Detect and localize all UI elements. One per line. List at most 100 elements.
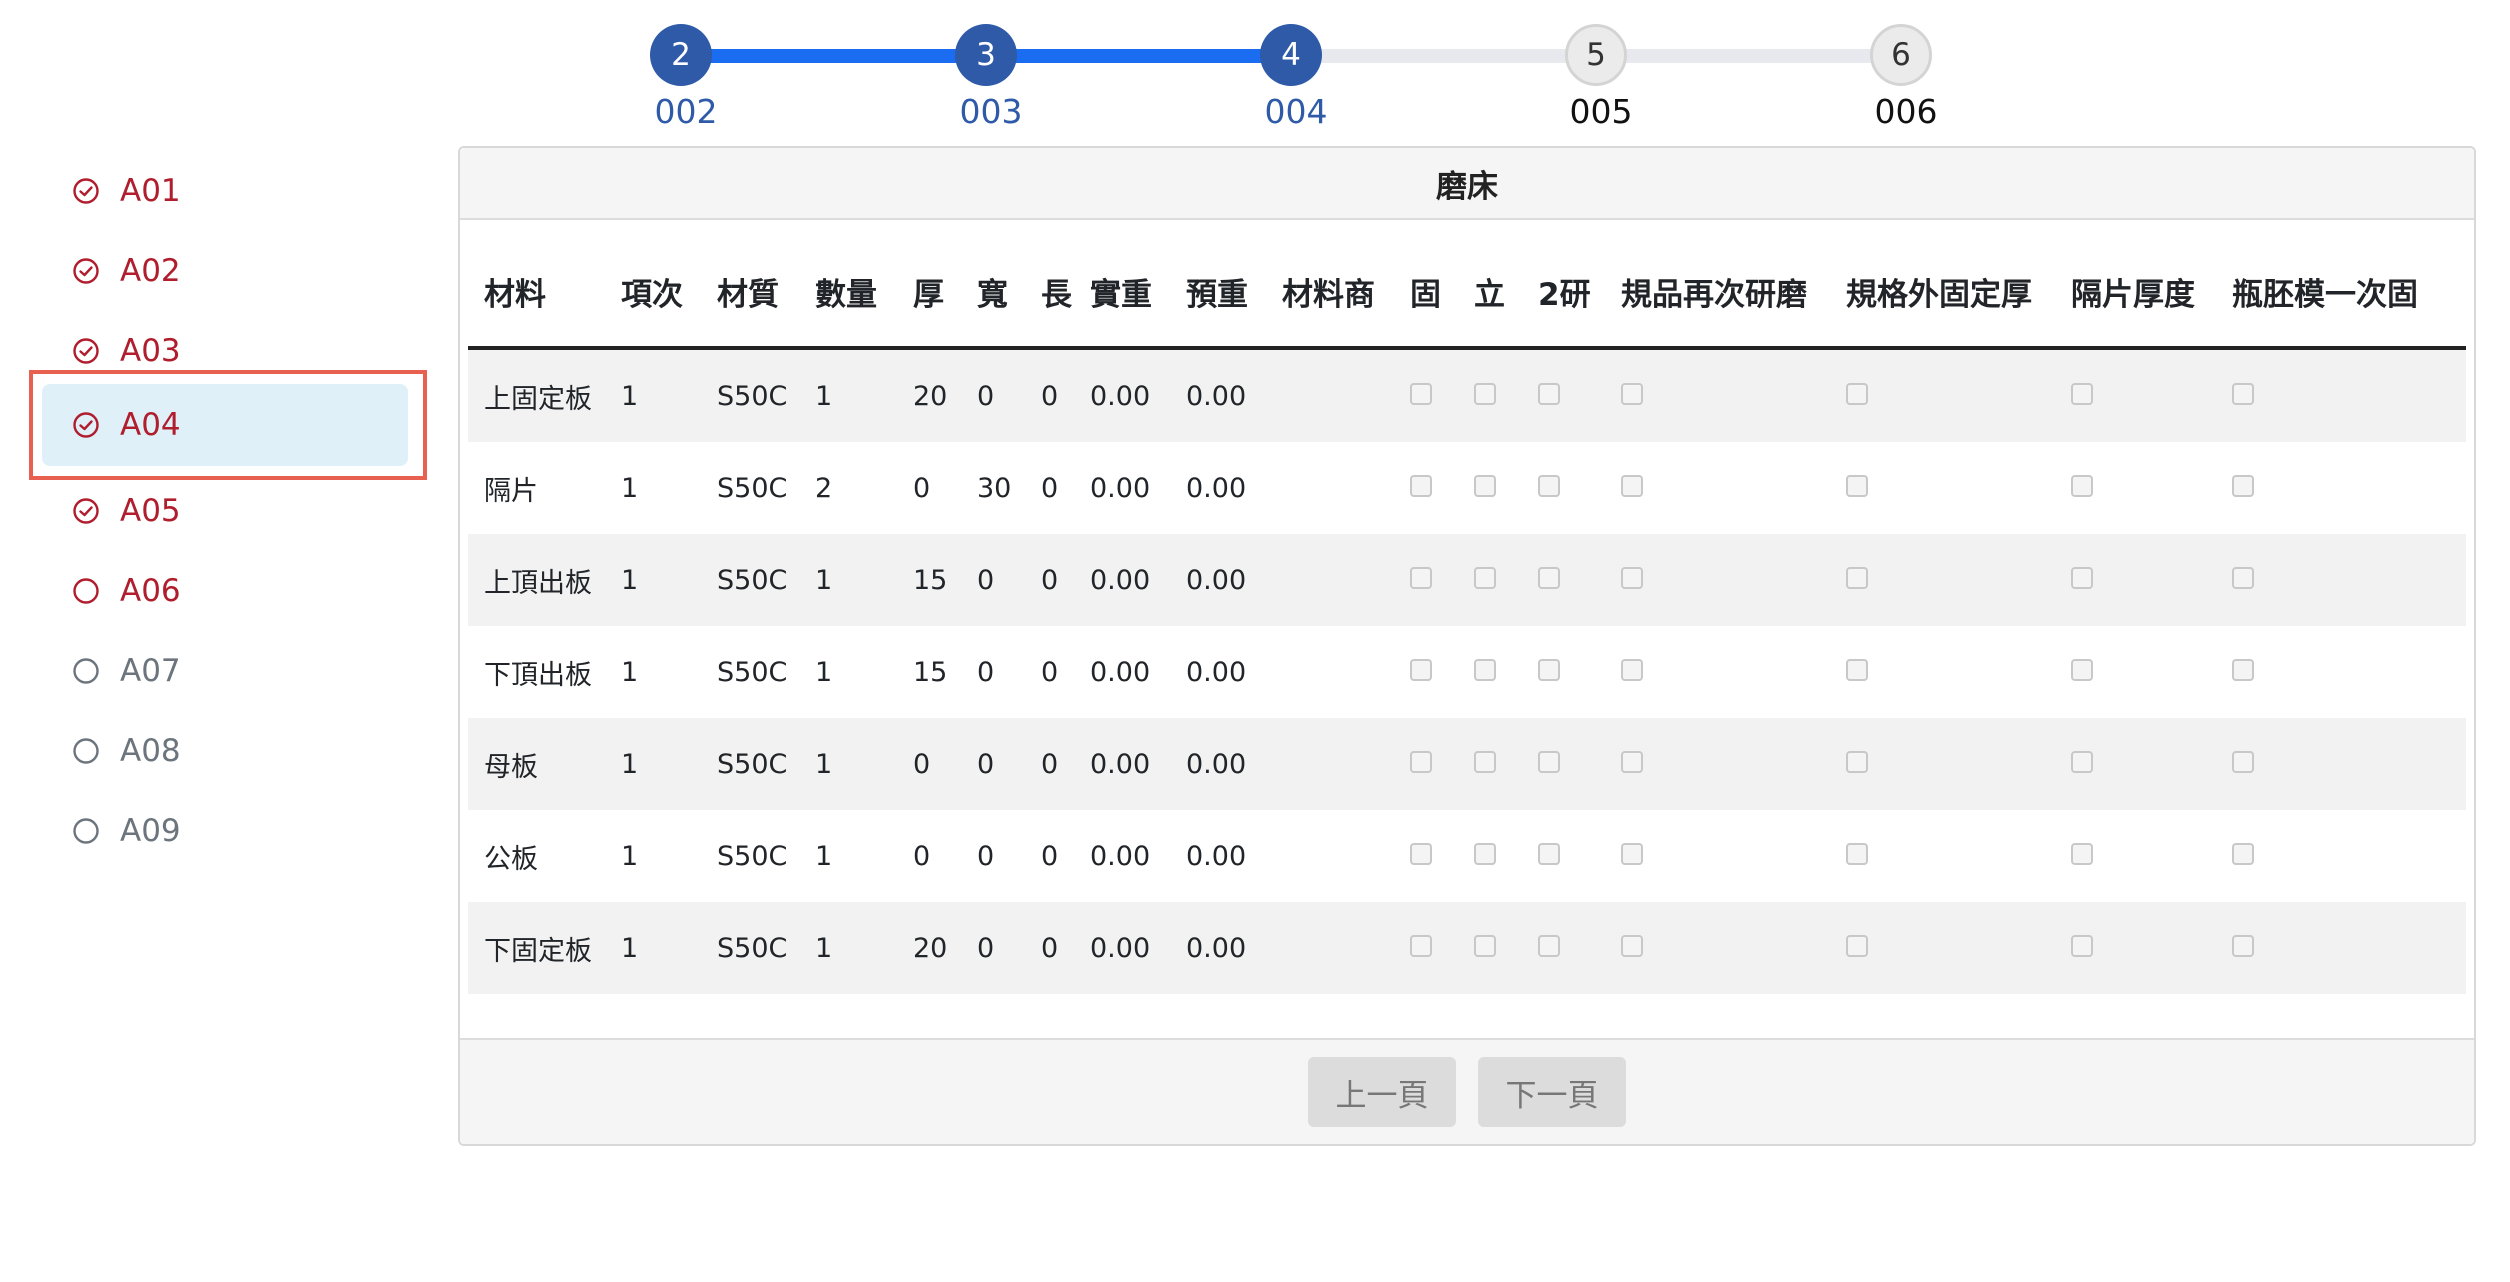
cell-material: 公板 (484, 843, 538, 875)
prev-page-button[interactable]: 上一頁 (1308, 1057, 1456, 1127)
checkbox-off-spec-thickness[interactable] (1846, 475, 1868, 497)
cell-actual-weight: 0.00 (1090, 840, 1151, 872)
checkbox-preform-mold-fixed[interactable] (2232, 935, 2254, 957)
cell-material: 下頂出板 (484, 659, 592, 691)
cell-grade: S50C (701, 534, 799, 626)
checkbox-regrind[interactable] (1621, 567, 1643, 589)
checkbox-regrind[interactable] (1621, 751, 1643, 773)
next-page-button[interactable]: 下一頁 (1478, 1057, 1626, 1127)
step-label-005: 005 (1569, 92, 1633, 131)
cell-material: 上固定板 (468, 348, 605, 442)
checkbox-preform-mold-fixed[interactable] (2232, 383, 2254, 405)
step-circle-6[interactable]: 6 (1870, 24, 1932, 86)
step-circle-3[interactable]: 3 (955, 24, 1017, 86)
check-circle-icon (72, 257, 100, 285)
checkbox-off-spec-thickness[interactable] (1846, 843, 1868, 865)
checkbox-spacer-thickness[interactable] (2071, 567, 2093, 589)
cell-width: 0 (961, 902, 1025, 994)
checkbox-2nd-grind[interactable] (1538, 935, 1560, 957)
checkbox-fixed[interactable] (1410, 383, 1432, 405)
step-circle-4[interactable]: 4 (1260, 24, 1322, 86)
checkbox-fixed[interactable] (1410, 751, 1432, 773)
cell-item: 1 (605, 902, 701, 994)
checkbox-off-spec-thickness[interactable] (1846, 935, 1868, 957)
sidebar-item-a03[interactable]: A03 (42, 310, 408, 392)
checkbox-regrind[interactable] (1621, 475, 1643, 497)
checkbox-preform-mold-fixed[interactable] (2232, 475, 2254, 497)
sidebar-item-a09[interactable]: A09 (42, 790, 408, 872)
checkbox-fixed[interactable] (1410, 475, 1432, 497)
cell-width: 0 (961, 718, 1025, 810)
col-header: 材質 (701, 236, 799, 350)
checkbox-off-spec-thickness[interactable] (1846, 659, 1868, 681)
cell-thick: 20 (897, 348, 961, 442)
circle-icon (72, 737, 100, 765)
cell-material: 上頂出板 (468, 534, 605, 626)
sidebar-item-a06[interactable]: A06 (42, 550, 408, 632)
checkbox-fixed[interactable] (1410, 659, 1432, 681)
table-row: 下固定板 1 S50C 1 20 0 0 0.00 0.00 (468, 902, 2466, 994)
checkbox-vertical[interactable] (1474, 843, 1496, 865)
checkbox-2nd-grind[interactable] (1538, 843, 1560, 865)
sidebar-item-a02[interactable]: A02 (42, 230, 408, 312)
cell-material: 母板 (468, 718, 605, 810)
sidebar-item-a07[interactable]: A07 (42, 630, 408, 712)
checkbox-2nd-grind[interactable] (1538, 659, 1560, 681)
check-circle-icon (72, 177, 100, 205)
sidebar-item-a05[interactable]: A05 (42, 470, 408, 552)
table-row: 母板 1 S50C 1 0 0 0 0.00 0.00 (468, 718, 2466, 810)
cell-supplier (1266, 534, 1394, 626)
cell-width: 0 (961, 348, 1025, 442)
cell-grade: S50C (717, 840, 788, 872)
cell-grade: S50C (717, 656, 788, 688)
cell-qty: 1 (815, 656, 833, 688)
checkbox-off-spec-thickness[interactable] (1846, 383, 1868, 405)
checkbox-spacer-thickness[interactable] (2071, 843, 2093, 865)
checkbox-spacer-thickness[interactable] (2071, 659, 2093, 681)
checkbox-2nd-grind[interactable] (1538, 475, 1560, 497)
sidebar-item-a08[interactable]: A08 (42, 710, 408, 792)
cell-thick: 20 (897, 902, 961, 994)
checkbox-vertical[interactable] (1474, 383, 1496, 405)
checkbox-vertical[interactable] (1474, 659, 1496, 681)
checkbox-2nd-grind[interactable] (1538, 751, 1560, 773)
sidebar-item-a01[interactable]: A01 (42, 150, 408, 232)
checkbox-preform-mold-fixed[interactable] (2232, 751, 2254, 773)
checkbox-regrind[interactable] (1621, 659, 1643, 681)
checkbox-preform-mold-fixed[interactable] (2232, 659, 2254, 681)
col-header: 數量 (799, 236, 897, 350)
col-header: 預重 (1170, 236, 1266, 350)
checkbox-vertical[interactable] (1474, 475, 1496, 497)
step-circle-5[interactable]: 5 (1565, 24, 1627, 86)
checkbox-regrind[interactable] (1621, 383, 1643, 405)
check-circle-icon (72, 337, 100, 365)
cell-supplier (1266, 718, 1394, 810)
checkbox-fixed[interactable] (1410, 935, 1432, 957)
table-row: 隔片 1 S50C 2 0 30 0 0.00 0.00 (468, 442, 2466, 534)
checkbox-spacer-thickness[interactable] (2071, 383, 2093, 405)
sidebar-item-a04[interactable]: A04 (42, 384, 408, 466)
checkbox-vertical[interactable] (1474, 935, 1496, 957)
checkbox-off-spec-thickness[interactable] (1846, 567, 1868, 589)
checkbox-vertical[interactable] (1474, 751, 1496, 773)
checkbox-fixed[interactable] (1410, 567, 1432, 589)
checkbox-2nd-grind[interactable] (1538, 567, 1560, 589)
checkbox-vertical[interactable] (1474, 567, 1496, 589)
checkbox-2nd-grind[interactable] (1538, 383, 1560, 405)
checkbox-fixed[interactable] (1410, 843, 1432, 865)
step-circle-2[interactable]: 2 (650, 24, 712, 86)
progress-stepper: 2 3 4 5 6 002 003 004 005 006 (0, 0, 2510, 140)
col-header: 固 (1394, 236, 1458, 350)
checkbox-spacer-thickness[interactable] (2071, 935, 2093, 957)
checkbox-regrind[interactable] (1621, 843, 1643, 865)
col-header: 實重 (1074, 236, 1170, 350)
cell-width: 0 (961, 534, 1025, 626)
circle-icon (72, 657, 100, 685)
checkbox-preform-mold-fixed[interactable] (2232, 567, 2254, 589)
col-header: 立 (1458, 236, 1522, 350)
checkbox-spacer-thickness[interactable] (2071, 475, 2093, 497)
checkbox-spacer-thickness[interactable] (2071, 751, 2093, 773)
checkbox-preform-mold-fixed[interactable] (2232, 843, 2254, 865)
checkbox-regrind[interactable] (1621, 935, 1643, 957)
checkbox-off-spec-thickness[interactable] (1846, 751, 1868, 773)
